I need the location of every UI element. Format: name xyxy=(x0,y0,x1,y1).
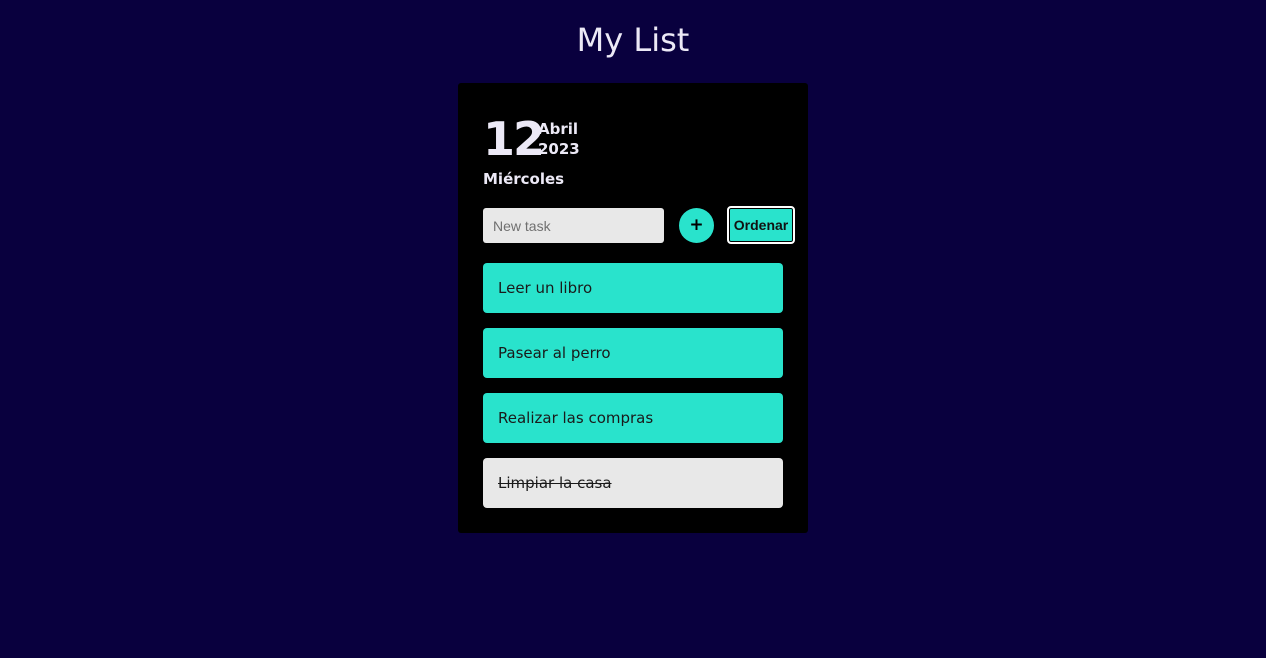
task-list: Leer un libro Pasear al perro Realizar l… xyxy=(483,263,783,523)
new-task-input[interactable] xyxy=(483,208,664,243)
task-label: Limpiar la casa xyxy=(498,474,612,492)
date-weekday: Miércoles xyxy=(483,170,565,188)
task-label: Pasear al perro xyxy=(498,344,611,362)
task-item[interactable]: Limpiar la casa xyxy=(483,458,783,508)
task-label: Leer un libro xyxy=(498,279,593,297)
date-month: Abril xyxy=(538,120,579,138)
task-item[interactable]: Leer un libro xyxy=(483,263,783,313)
date-year: 2023 xyxy=(538,140,580,158)
sort-button[interactable]: Ordenar xyxy=(727,206,795,244)
task-item[interactable]: Pasear al perro xyxy=(483,328,783,378)
task-label: Realizar las compras xyxy=(498,409,654,427)
task-item[interactable]: Realizar las compras xyxy=(483,393,783,443)
todo-card: 12 Abril 2023 Miércoles + Ordenar Leer u… xyxy=(458,83,808,533)
date-day: 12 xyxy=(483,112,545,166)
add-task-button[interactable]: + xyxy=(679,208,714,243)
page-title: My List xyxy=(576,21,690,59)
